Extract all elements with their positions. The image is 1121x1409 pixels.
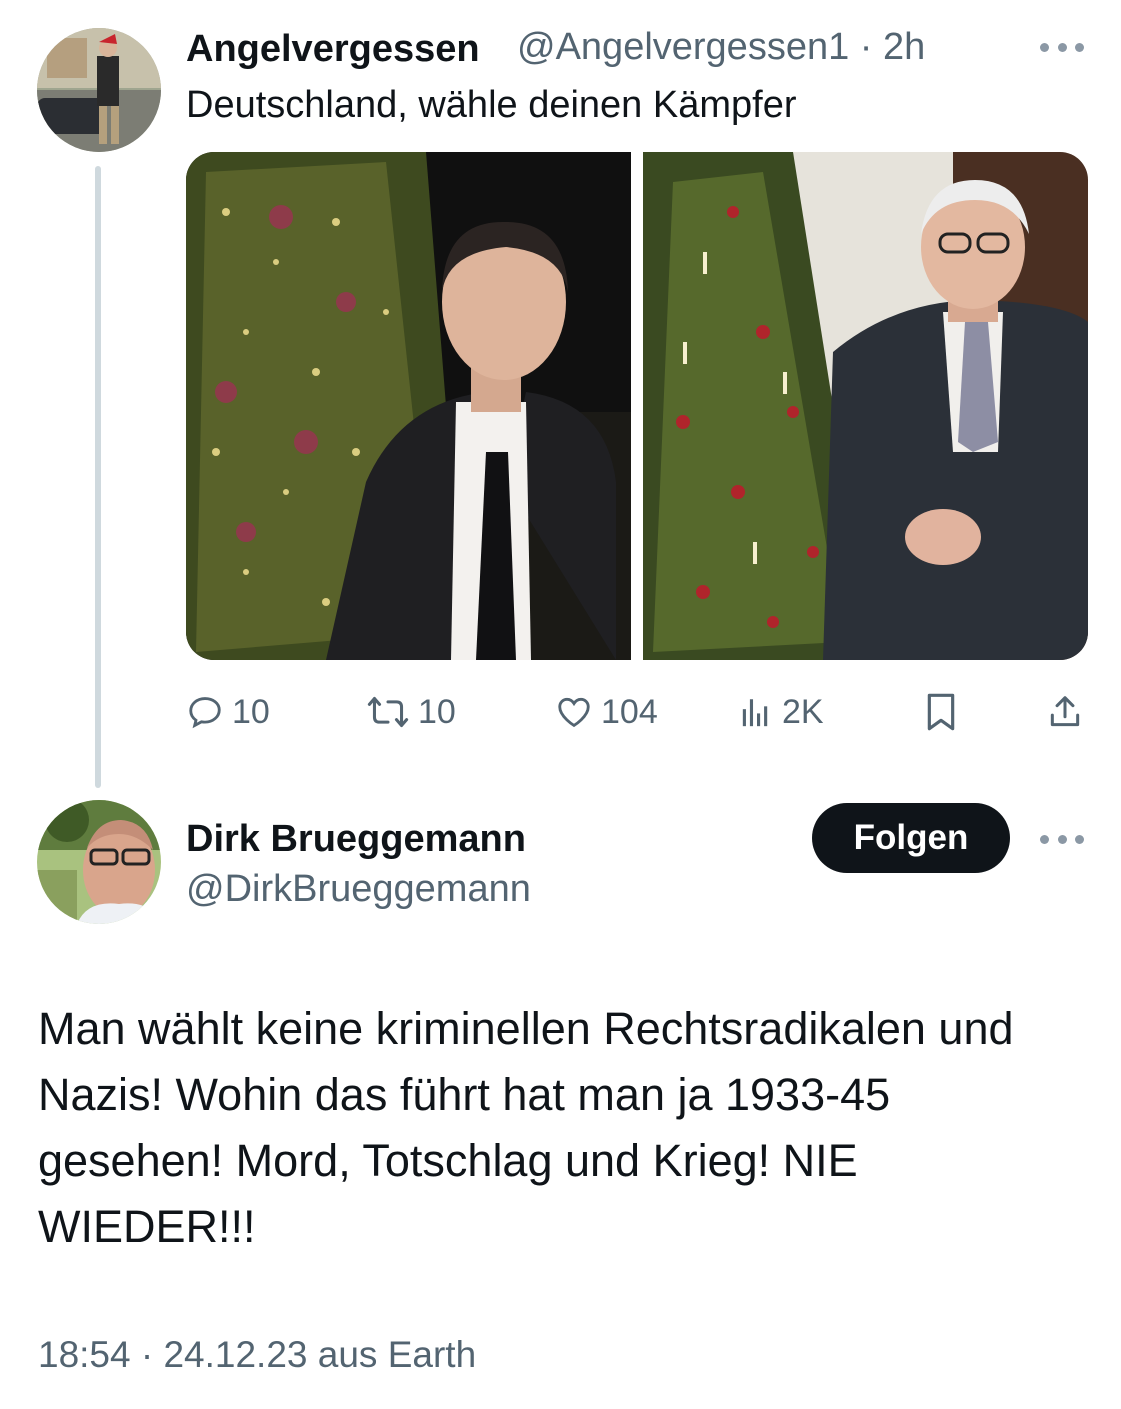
avatar-dirk-brueggemann[interactable] [37,800,161,924]
follow-button[interactable]: Folgen [812,803,1010,873]
more-icon[interactable] [1040,832,1084,846]
views-count: 2K [782,692,824,731]
reply-action[interactable]: 10 [186,690,270,734]
like-action[interactable]: 104 [555,690,658,734]
reply-tweet-text: Man wählt keine kriminellen Rechtsradika… [38,996,1098,1260]
quoted-author-meta: @Angelvergessen1 · 2h [517,26,925,69]
like-count: 104 [601,692,658,731]
bookmark-icon [924,692,958,732]
quoted-tweet-text: Deutschland, wähle deinen Kämpfer [186,84,797,126]
media-image-right[interactable] [643,152,1088,660]
reply-author-name[interactable]: Dirk Brueggemann [186,818,526,861]
meta-separator: · [859,26,873,68]
bookmark-action[interactable] [924,690,958,734]
like-icon [555,693,593,731]
reply-icon [186,693,224,731]
quoted-author-name[interactable]: Angelvergessen [186,28,480,71]
repost-icon [366,693,410,731]
quoted-time[interactable]: 2h [883,26,925,68]
views-icon [740,695,774,729]
repost-action[interactable]: 10 [366,690,456,734]
repost-count: 10 [418,692,456,731]
reply-author-handle[interactable]: @DirkBrueggemann [186,868,531,911]
reply-text-line: WIEDER!!! [38,1201,256,1252]
reply-timestamp[interactable]: 18:54 · 24.12.23 aus Earth [38,1334,476,1376]
share-icon [1046,692,1084,732]
reply-text-line: gesehen! Mord, Totschlag und Krieg! NIE [38,1135,858,1186]
avatar-angelvergessen[interactable] [37,28,161,152]
quoted-author-handle[interactable]: @Angelvergessen1 [517,26,849,68]
thread-line [95,166,101,788]
media-image-left[interactable] [186,152,631,660]
reply-count: 10 [232,692,270,731]
reply-text-line: Man wählt keine kriminellen Rechtsradika… [38,1003,1014,1054]
quoted-media[interactable] [186,152,1088,660]
reply-text-line: Nazis! Wohin das führt hat man ja 1933-4… [38,1069,891,1120]
views-action[interactable]: 2K [740,690,824,734]
share-action[interactable] [1046,690,1084,734]
more-icon[interactable] [1040,40,1084,54]
